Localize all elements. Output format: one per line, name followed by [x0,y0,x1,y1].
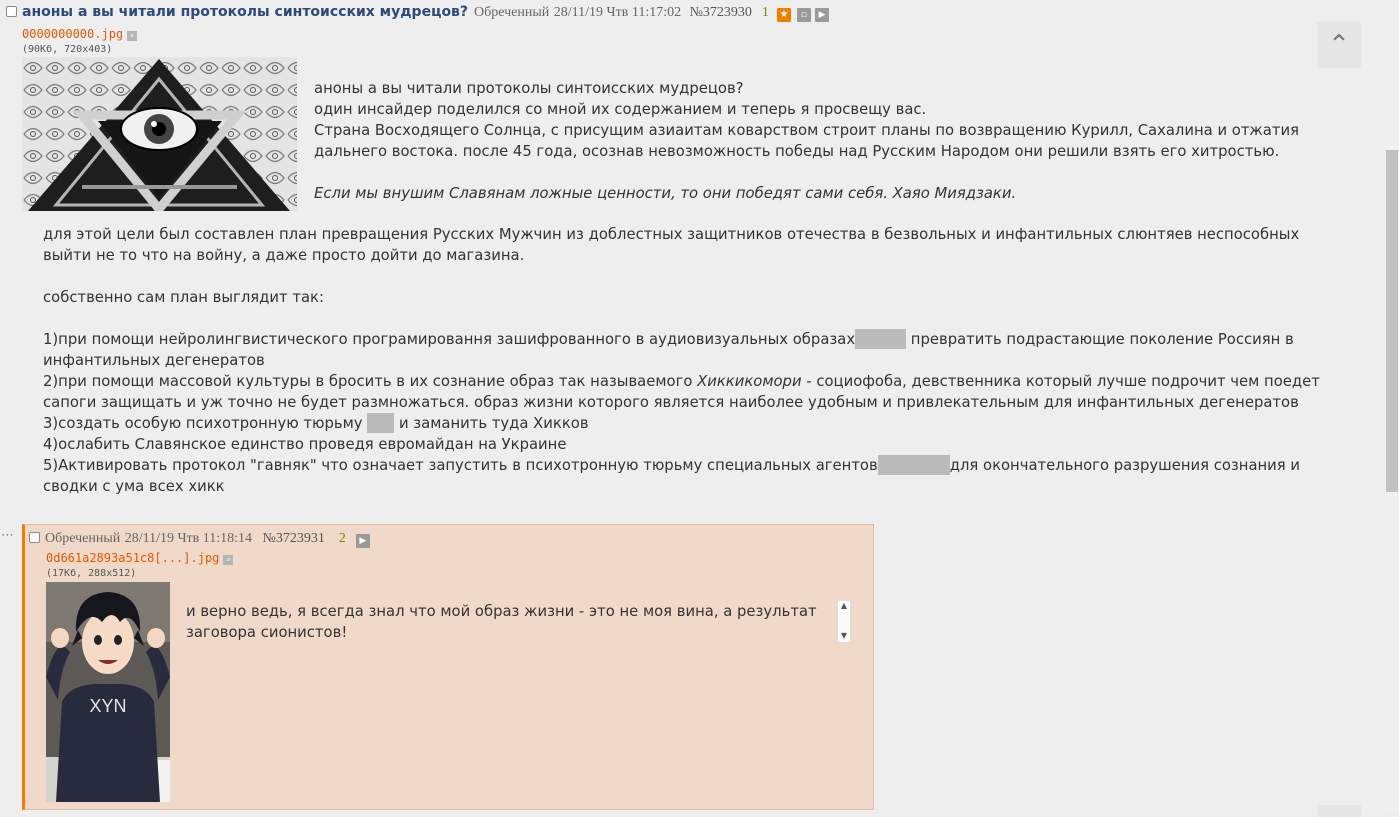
plan-item-5: 5)Активировать протокол "гавняк" что озн… [43,455,1301,495]
reply-file-link[interactable]: 0d661a2893a51c8[...].jpg ⌕ [46,551,234,565]
reply-tree-dots: ⋯ [1,528,14,543]
plan-item-1: 1)при помощи нейролингвистического прогр… [43,329,1294,369]
reply-post: Обреченный 28/11/19 Чтв 11:18:14 №372393… [22,524,874,810]
reply-number-link[interactable]: №3723931 [263,531,325,546]
image-search-icon[interactable]: ⌕ [223,555,234,565]
reply-checkbox[interactable] [29,532,40,543]
post-author: Обреченный [474,5,550,20]
eye-pyramid-image [22,57,297,211]
post-title: аноны а вы читали протоколы синтоисских … [22,4,469,20]
op-post-body-top: аноны а вы читали протоколы синтоисских … [314,78,1314,204]
chevron-up-icon: ⌃ [1328,30,1350,60]
post-date: 28/11/19 Чтв 11:17:02 [553,5,682,20]
spoiler[interactable] [877,455,950,475]
reply-file-info: (17Кб, 288x512) [46,568,137,579]
spoiler[interactable] [367,413,395,433]
post-number-link[interactable]: №3723930 [690,5,752,20]
reply-date: 28/11/19 Чтв 11:18:14 [124,531,253,546]
anime-character-image: XYN [46,582,170,802]
op-text-quote: Если мы внушим Славянам ложные ценности,… [314,185,1017,202]
reply-text: и верно ведь, я всегда знал что мой обра… [186,603,817,641]
shirt-text: XYN [89,696,126,716]
reply-file-name[interactable]: 0d661a2893a51c8[...].jpg [46,551,219,565]
plan-item-2: 2)при помощи массовой культуры в бросить… [43,373,1320,411]
scroll-to-top-button[interactable]: ⌃ [1317,22,1361,68]
plan-item-3: 3)создать особую психотронную тюрьму и з… [43,413,589,433]
scroll-up-arrow-icon[interactable]: ▲ [838,601,850,610]
op-file-name[interactable]: 0000000000.jpg [22,27,123,41]
reply-scroll-control[interactable]: ▲ ▼ [837,600,851,643]
op-text-p5: собственно сам план выглядит так: [43,289,324,306]
plan-item-4: 4)ослабить Славянское единство проведя е… [43,436,567,453]
op-post-header: аноны а вы читали протоколы синтоисских … [6,3,829,22]
op-text-p2: один инсайдер поделился со мной их содер… [314,101,927,118]
favorite-star-icon[interactable]: ★ [776,8,791,22]
image-search-icon[interactable]: ⌕ [127,31,138,41]
expand-thread-icon[interactable]: ▫ [796,8,811,22]
op-post-checkbox[interactable] [6,6,17,17]
spoiler[interactable] [855,329,907,349]
reply-post-header: Обреченный 28/11/19 Чтв 11:18:14 №372393… [29,529,370,548]
scroll-down-arrow-icon[interactable]: ▼ [838,631,850,640]
op-file-link[interactable]: 0000000000.jpg ⌕ [22,27,138,41]
reply-count[interactable]: 2 [339,531,346,546]
op-text-p1: аноны а вы читали протоколы синтоисских … [314,80,744,97]
reply-image-thumbnail[interactable]: XYN [46,582,170,802]
reply-author: Обреченный [45,531,121,546]
op-text-p4: для этой цели был составлен план превращ… [43,226,1300,264]
scroll-to-bottom-button[interactable] [1317,805,1361,817]
play-icon[interactable]: ▶ [355,534,370,548]
reply-post-body: и верно ведь, я всегда знал что мой обра… [186,601,836,643]
op-post-body-bottom: для этой цели был составлен план превращ… [43,224,1333,497]
page-scrollbar-thumb[interactable] [1386,150,1398,492]
post-reply-count[interactable]: 1 [762,5,769,20]
op-image-thumbnail[interactable] [22,57,297,211]
op-file-info: (90Кб, 720x403) [22,44,113,55]
play-icon[interactable]: ▶ [814,8,829,22]
op-text-p3: Страна Восходящего Солнца, с присущим аз… [314,122,1299,160]
